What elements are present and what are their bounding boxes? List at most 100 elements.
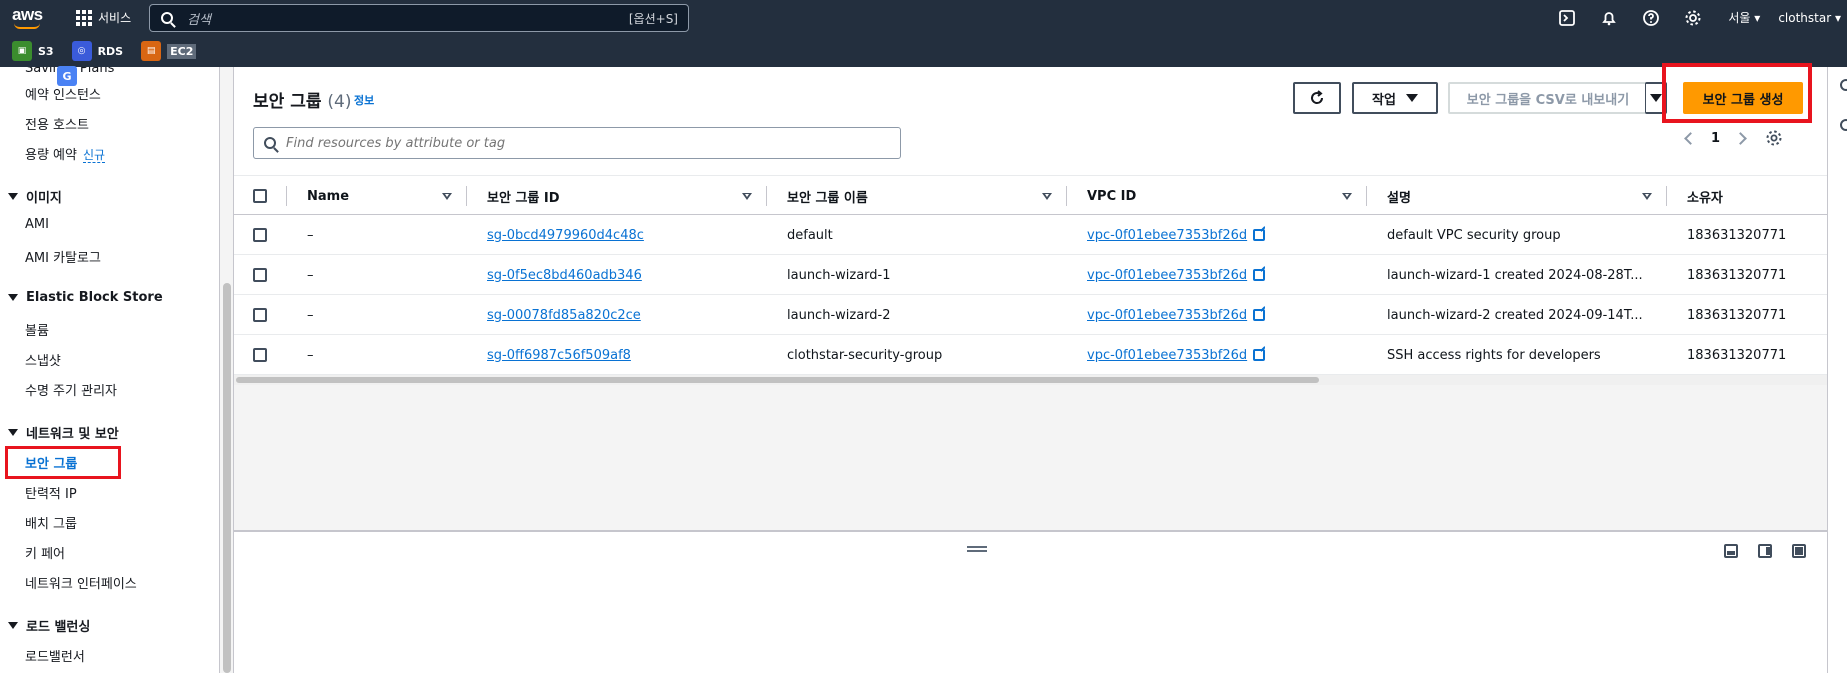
current-page[interactable]: 1 — [1711, 131, 1720, 146]
s3-icon: ▣ — [12, 41, 32, 61]
sidebar-item-key-pairs[interactable]: 키 페어 — [25, 543, 65, 562]
settings-gear-icon[interactable] — [1765, 129, 1783, 147]
cell-name: – — [307, 307, 314, 323]
sidebar-item-placement-groups[interactable]: 배치 그룹 — [25, 513, 77, 532]
sidebar-item-capacity-reservations[interactable]: 용량 예약 신규 — [25, 144, 106, 163]
table-horizontal-scrollbar[interactable] — [234, 375, 1827, 385]
highlight-box-create-button — [1662, 63, 1812, 123]
sidebar-section-network-security[interactable]: 네트워크 및 보안 — [8, 423, 119, 442]
table-row[interactable]: – sg-00078fd85a820c2ce launch-wizard-2 v… — [234, 295, 1827, 335]
notifications-icon[interactable] — [1598, 7, 1620, 29]
vpc-id-link[interactable]: vpc-0f01ebee7353bf26d — [1087, 268, 1247, 283]
sidebar-item-lifecycle-manager[interactable]: 수명 주기 관리자 — [25, 380, 117, 399]
table-header-row: Name 보안 그룹 ID 보안 그룹 이름 VPC ID 설명 소유자 — [234, 175, 1827, 215]
sidebar-section-images[interactable]: 이미지 — [8, 187, 62, 206]
sidebar-item-volumes[interactable]: 볼륨 — [25, 320, 49, 339]
cell-sg-name: launch-wizard-1 — [787, 267, 891, 283]
settings-gear-icon[interactable] — [1682, 7, 1704, 29]
sidebar-item-ami-catalog[interactable]: AMI 카탈로그 — [25, 247, 101, 266]
cell-description: launch-wizard-2 created 2024-09-14T... — [1387, 307, 1643, 323]
filter-search[interactable] — [253, 127, 901, 159]
actions-dropdown-button[interactable]: 작업 — [1352, 82, 1438, 114]
panel-hidden-icon[interactable] — [1792, 544, 1806, 558]
column-header-sg-name[interactable]: 보안 그룹 이름 — [787, 176, 987, 216]
vpc-id-link[interactable]: vpc-0f01ebee7353bf26d — [1087, 348, 1247, 363]
cloudshell-icon[interactable] — [1556, 7, 1578, 29]
sort-icon[interactable] — [1342, 193, 1352, 200]
panel-bottom-icon[interactable] — [1724, 544, 1738, 558]
top-navigation: aws 서비스 검색 [옵션+S] 서울 ▾ clothstar ▾ — [0, 0, 1847, 35]
cell-description: launch-wizard-1 created 2024-08-28T... — [1387, 267, 1643, 283]
column-header-name[interactable]: Name — [307, 176, 427, 216]
row-checkbox[interactable] — [253, 308, 267, 322]
sidebar-item-network-interfaces[interactable]: 네트워크 인터페이스 — [25, 573, 137, 592]
sg-id-link[interactable]: sg-0f5ec8bd460adb346 — [487, 268, 642, 283]
sidebar-item-snapshots[interactable]: 스냅샷 — [25, 350, 61, 369]
table-row[interactable]: – sg-0bcd4979960d4c48c default vpc-0f01e… — [234, 215, 1827, 255]
panel-side-icon[interactable] — [1758, 544, 1772, 558]
sort-icon[interactable] — [1042, 193, 1052, 200]
cell-sg-name: clothstar-security-group — [787, 347, 943, 363]
gear-icon[interactable] — [1840, 119, 1847, 131]
sort-icon[interactable] — [1642, 193, 1652, 200]
cell-sg-name: launch-wizard-2 — [787, 307, 891, 323]
grid-icon — [76, 9, 92, 26]
sidebar-item-ami[interactable]: AMI — [25, 217, 49, 232]
horizontal-scroll-thumb[interactable] — [236, 377, 1319, 383]
chevron-left-icon[interactable] — [1684, 131, 1697, 145]
row-checkbox[interactable] — [253, 228, 267, 242]
sidebar-section-load-balancing[interactable]: 로드 밸런싱 — [8, 616, 90, 635]
sort-icon[interactable] — [742, 193, 752, 200]
item-count: (4) — [327, 92, 352, 112]
cell-sg-name: default — [787, 227, 833, 243]
row-checkbox[interactable] — [253, 348, 267, 362]
sg-id-link[interactable]: sg-00078fd85a820c2ce — [487, 308, 641, 323]
pagination: 1 — [1684, 129, 1783, 147]
services-menu-button[interactable]: 서비스 — [76, 9, 131, 26]
favorite-rds[interactable]: ◎ RDS — [71, 41, 123, 61]
filter-input[interactable] — [286, 135, 886, 151]
select-all-checkbox[interactable] — [253, 189, 267, 203]
caret-down-icon — [1649, 94, 1662, 102]
column-header-vpc-id[interactable]: VPC ID — [1087, 176, 1287, 216]
favorite-ec2[interactable]: ▤ EC2 — [141, 41, 197, 61]
vpc-id-link[interactable]: vpc-0f01ebee7353bf26d — [1087, 308, 1247, 323]
refresh-button[interactable] — [1293, 82, 1341, 114]
split-panel — [234, 530, 1827, 673]
favorite-s3[interactable]: ▣ S3 — [12, 41, 54, 61]
sidebar-scrollbar[interactable] — [220, 67, 234, 673]
sidebar-item-dedicated-hosts[interactable]: 전용 호스트 — [25, 114, 89, 133]
sidebar-item-elastic-ips[interactable]: 탄력적 IP — [25, 483, 77, 502]
cell-owner: 183631320771 — [1687, 267, 1787, 283]
sidebar-item-load-balancers[interactable]: 로드밸런서 — [25, 646, 85, 665]
refresh-icon — [1311, 90, 1324, 104]
info-link[interactable]: 정보 — [354, 92, 374, 108]
sidebar-scroll-thumb[interactable] — [223, 283, 231, 673]
vpc-id-link[interactable]: vpc-0f01ebee7353bf26d — [1087, 228, 1247, 243]
translate-icon[interactable]: G — [57, 66, 77, 86]
sidebar-section-ebs[interactable]: Elastic Block Store — [8, 290, 163, 305]
search-icon — [161, 12, 173, 24]
external-link-icon — [1253, 269, 1266, 281]
column-header-sg-id[interactable]: 보안 그룹 ID — [487, 176, 687, 216]
cell-owner: 183631320771 — [1687, 307, 1787, 323]
region-selector[interactable]: 서울 ▾ — [1728, 9, 1760, 26]
chevron-right-icon[interactable] — [1734, 131, 1747, 145]
resize-handle-icon[interactable] — [967, 546, 987, 552]
column-header-owner[interactable]: 소유자 — [1687, 176, 1817, 216]
aws-logo[interactable]: aws — [12, 5, 44, 29]
global-search-input[interactable]: 검색 [옵션+S] — [149, 4, 689, 32]
export-csv-button[interactable]: 보안 그룹을 CSV로 내보내기 — [1448, 82, 1648, 114]
account-menu[interactable]: clothstar ▾ — [1778, 11, 1841, 25]
info-circle-icon[interactable] — [1840, 79, 1847, 91]
cell-name: – — [307, 347, 314, 363]
help-icon[interactable] — [1640, 7, 1662, 29]
sidebar-item-reserved-instances[interactable]: 예약 인스턴스 — [25, 84, 101, 103]
sort-icon[interactable] — [442, 193, 452, 200]
table-row[interactable]: – sg-0f5ec8bd460adb346 launch-wizard-1 v… — [234, 255, 1827, 295]
sg-id-link[interactable]: sg-0bcd4979960d4c48c — [487, 228, 644, 243]
table-row[interactable]: – sg-0ff6987c56f509af8 clothstar-securit… — [234, 335, 1827, 375]
column-header-description[interactable]: 설명 — [1387, 176, 1587, 216]
row-checkbox[interactable] — [253, 268, 267, 282]
sg-id-link[interactable]: sg-0ff6987c56f509af8 — [487, 348, 631, 363]
